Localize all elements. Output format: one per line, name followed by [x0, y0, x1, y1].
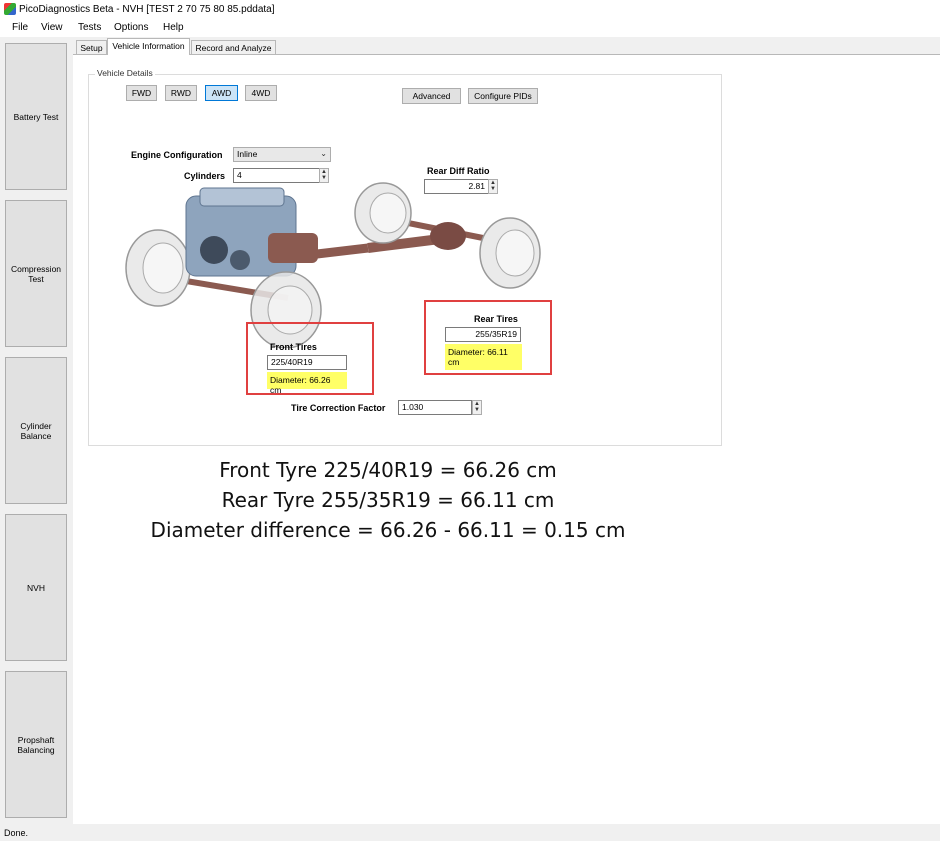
title-bar: PicoDiagnostics Beta - NVH [TEST 2 70 75…	[0, 0, 940, 19]
rear-right-hub	[495, 229, 535, 277]
4wd-button[interactable]: 4WD	[245, 85, 277, 101]
app-icon	[4, 3, 16, 15]
tab-setup[interactable]: Setup	[76, 40, 107, 55]
transmission	[268, 233, 318, 263]
tab-vehicle-information[interactable]: Vehicle Information	[107, 38, 190, 55]
tab-record-and-analyze[interactable]: Record and Analyze	[191, 40, 276, 55]
engine-pulley-2	[230, 250, 250, 270]
rear-diff-ratio-spinner[interactable]: ▲ ▼	[488, 179, 498, 194]
annotation-rear-tyre: Rear Tyre 255/35R19 = 66.11 cm	[221, 488, 555, 512]
rear-tires-label: Rear Tires	[474, 314, 518, 324]
menu-tests[interactable]: Tests	[78, 22, 101, 33]
fwd-button[interactable]: FWD	[126, 85, 157, 101]
status-text: Done.	[4, 828, 29, 838]
annotation-diameter-difference: Diameter difference = 66.26 - 66.11 = 0.…	[150, 518, 626, 542]
cylinders-label: Cylinders	[184, 171, 226, 181]
front-tires-label: Front Tires	[270, 342, 317, 352]
front-tires-input[interactable]: 225/40R19	[267, 355, 347, 370]
rear-differential	[430, 222, 466, 250]
configure-pids-button[interactable]: Configure PIDs	[468, 88, 538, 104]
cylinders-spinner[interactable]: ▲ ▼	[319, 168, 329, 183]
menu-bar: File View Tests Options Help	[0, 19, 940, 37]
engine-config-label: Engine Configuration	[131, 150, 223, 160]
front-tires-diameter: Diameter: 66.26 cm	[267, 372, 347, 395]
vehicle-details-title: Vehicle Details	[95, 68, 155, 78]
rear-tires-input[interactable]: 255/35R19	[445, 327, 521, 342]
rear-tires-diameter: Diameter: 66.11 cm	[445, 344, 522, 370]
sidebar-nvh-button[interactable]: NVH	[5, 514, 67, 661]
menu-file[interactable]: File	[12, 22, 28, 33]
chevron-down-icon: ⌄	[320, 149, 327, 158]
engine-head	[199, 187, 285, 207]
annotation-front-tyre: Front Tyre 225/40R19 = 66.26 cm	[219, 458, 557, 482]
rwd-button[interactable]: RWD	[165, 85, 197, 101]
rear-diff-ratio-label: Rear Diff Ratio	[427, 166, 490, 176]
cylinders-input[interactable]: 4	[233, 168, 320, 183]
tire-correction-spinner[interactable]: ▲ ▼	[472, 400, 482, 415]
tire-correction-input[interactable]: 1.030	[398, 400, 472, 415]
engine-pulley	[200, 236, 228, 264]
tire-correction-label: Tire Correction Factor	[291, 403, 386, 413]
engine-config-combobox[interactable]: Inline ⌄	[233, 147, 331, 162]
front-left-hub	[142, 242, 184, 294]
menu-help[interactable]: Help	[163, 22, 184, 33]
engine-config-value: Inline	[237, 149, 258, 159]
sidebar-battery-test-button[interactable]: Battery Test	[5, 43, 67, 190]
rear-left-hub	[369, 192, 407, 234]
menu-options[interactable]: Options	[114, 22, 148, 33]
tab-strip: Setup Vehicle Information Record and Ana…	[73, 37, 940, 55]
window-title: PicoDiagnostics Beta - NVH [TEST 2 70 75…	[19, 4, 275, 15]
sidebar-cylinder-balance-button[interactable]: Cylinder Balance	[5, 357, 67, 504]
sidebar-propshaft-balancing-button[interactable]: Propshaft Balancing	[5, 671, 67, 818]
rear-diff-ratio-input[interactable]: 2.81	[424, 179, 489, 194]
advanced-button[interactable]: Advanced	[402, 88, 461, 104]
menu-view[interactable]: View	[41, 22, 63, 33]
status-bar: Done.	[0, 824, 940, 841]
sidebar-compression-test-button[interactable]: Compression Test	[5, 200, 67, 347]
awd-button[interactable]: AWD	[205, 85, 238, 101]
